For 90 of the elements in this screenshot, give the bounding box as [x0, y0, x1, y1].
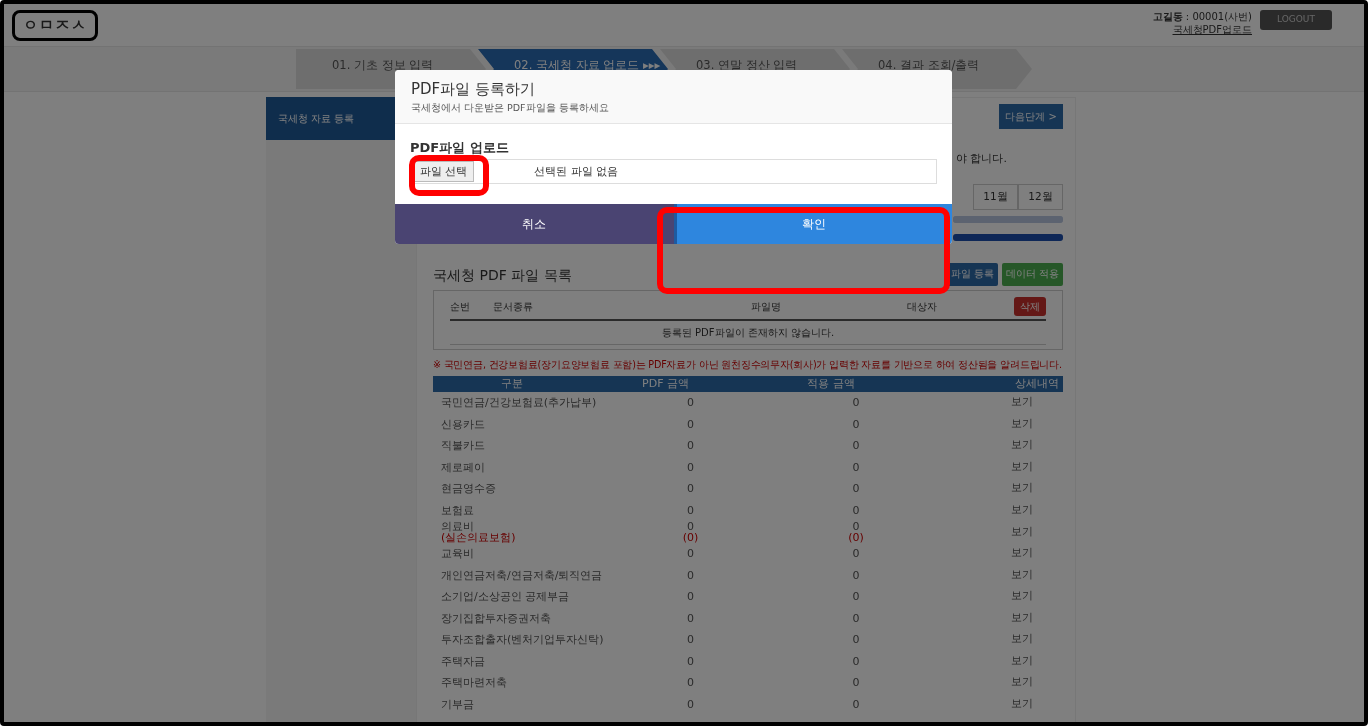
- upload-label: PDF파일 업로드: [410, 138, 510, 157]
- amount-cell-text: 0: [686, 591, 695, 603]
- page-link[interactable]: 국세청PDF업로드: [1172, 24, 1252, 35]
- amount-cell-text: 0: [686, 612, 695, 624]
- next-step-button[interactable]: 다음단계 >: [999, 104, 1063, 129]
- amount-cell-text: 0: [686, 655, 695, 667]
- row-label: 주택자금: [441, 655, 486, 667]
- column-header: 파일명: [750, 301, 781, 312]
- month-cell: 12월: [1018, 183, 1063, 210]
- amount-cell-text: (0): [681, 531, 700, 543]
- amount-cell-text: 0: [851, 418, 861, 430]
- column-header: 문서종류: [492, 301, 533, 312]
- amount-cell-text: 0: [851, 655, 861, 667]
- amount-cell-text: 0: [851, 440, 861, 452]
- row-label: 교육비: [441, 548, 475, 560]
- amount-cell-text: 0: [686, 548, 695, 560]
- detail-link[interactable]: 보기: [1011, 632, 1033, 646]
- detail-link[interactable]: 보기: [1011, 610, 1033, 624]
- column-header: 대상자: [907, 301, 938, 312]
- choose-file-button[interactable]: 파일 선택: [413, 161, 475, 183]
- detail-link[interactable]: 보기: [1011, 696, 1033, 710]
- amount-cell-text: 0: [686, 483, 695, 495]
- row-label: 의료비: [441, 520, 474, 532]
- section-title: 국세청 PDF 파일 목록: [433, 265, 572, 285]
- logo: ㅇㅁㅈㅅ: [12, 10, 98, 41]
- notice-text: 야 합니다.: [956, 151, 1007, 167]
- logout-button[interactable]: LOGOUT: [1260, 10, 1332, 30]
- column-header: 적용 금액: [807, 376, 855, 390]
- amount-cell-text: 0: [686, 397, 695, 409]
- row-label: 투자조합출자(벤처기업투자신탁): [441, 634, 605, 646]
- amount-cell-text: 0: [851, 397, 861, 409]
- amount-cell-text: 0: [851, 591, 861, 603]
- amount-cell-text: 0: [851, 634, 861, 646]
- file-status-text: 선택된 파일 없음: [534, 163, 619, 180]
- detail-link[interactable]: 보기: [1011, 395, 1033, 409]
- amount-cell-text: 0: [686, 569, 695, 581]
- row-sublabel: (실손의료보험): [441, 531, 517, 543]
- column-header: 상세내역: [1015, 376, 1059, 390]
- amount-cell-text: 0: [851, 569, 861, 581]
- detail-link[interactable]: 보기: [1011, 438, 1033, 452]
- detail-link[interactable]: 보기: [1011, 459, 1033, 473]
- amount-cell-text: 0: [851, 520, 861, 532]
- amount-cell-text: 0: [851, 548, 861, 560]
- amount-cell-text: 0: [851, 612, 861, 624]
- row-label: 현금영수증: [441, 483, 497, 495]
- user-name: 고길동: [1152, 11, 1183, 22]
- row-label: 보험료: [441, 504, 475, 516]
- warning-note: ※ 국민연금, 건강보험료(장기요양보험료 포함)는 PDF자료가 아닌 원천징수의무자(회사)가 입력한 자료를 기반으로 하여 정산됨을 알려드립니다.: [433, 357, 1063, 372]
- amount-cell-text: 0: [851, 698, 861, 710]
- column-header: 순번: [450, 301, 470, 312]
- delete-button[interactable]: 삭제: [1014, 297, 1046, 316]
- amount-cell-text: 0: [851, 504, 861, 516]
- detail-link[interactable]: 보기: [1011, 546, 1033, 560]
- detail-link[interactable]: 보기: [1011, 675, 1033, 689]
- amount-cell-text: 0: [686, 418, 695, 430]
- employee-id: 00001(사번): [1192, 11, 1252, 22]
- row-label: 신용카드: [441, 418, 486, 430]
- separator: :: [1185, 11, 1190, 22]
- column-header: PDF 금액: [642, 376, 689, 390]
- month-cell: 11월: [973, 183, 1018, 210]
- amount-cell-text: 0: [851, 461, 861, 473]
- detail-link[interactable]: 보기: [1011, 502, 1033, 516]
- apply-data-button[interactable]: 데이터 적용: [1001, 262, 1063, 286]
- amount-cell-text: 0: [851, 483, 861, 495]
- cancel-button[interactable]: 취소: [395, 204, 674, 245]
- row-label: 국민연금/건강보험료(추가납부): [441, 397, 598, 409]
- detail-link[interactable]: 보기: [1011, 653, 1033, 667]
- detail-link[interactable]: 보기: [1011, 524, 1033, 538]
- row-label: 기부금: [441, 698, 475, 710]
- row-label: 개인연금저축/연금저축/퇴직연금: [441, 569, 604, 581]
- row-label: 직불카드: [441, 440, 486, 452]
- detail-link[interactable]: 보기: [1011, 481, 1033, 495]
- amount-cell-text: (0): [847, 531, 865, 543]
- amount-cell-text: 0: [686, 461, 695, 473]
- column-header: 구분: [501, 376, 523, 390]
- row-label: 제로페이: [441, 461, 486, 473]
- detail-link[interactable]: 보기: [1011, 567, 1033, 581]
- row-label: 소기업/소상공인 공제부금: [441, 591, 571, 603]
- amount-cell-text: 0: [686, 698, 695, 710]
- amount-cell-text: 0: [686, 520, 695, 532]
- detail-link[interactable]: 보기: [1011, 589, 1033, 603]
- amount-cell-text: 0: [686, 440, 695, 452]
- empty-message: 등록된 PDF파일이 존재하지 않습니다.: [661, 326, 835, 338]
- detail-link[interactable]: 보기: [1011, 416, 1033, 430]
- row-label: 주택마련저축: [441, 677, 508, 689]
- amount-cell-text: 0: [851, 677, 861, 689]
- row-label: 장기집합투자증권저축: [441, 612, 552, 624]
- amount-cell-text: 0: [686, 677, 695, 689]
- amount-cell-text: 0: [686, 634, 695, 646]
- amount-cell-text: 0: [686, 504, 695, 516]
